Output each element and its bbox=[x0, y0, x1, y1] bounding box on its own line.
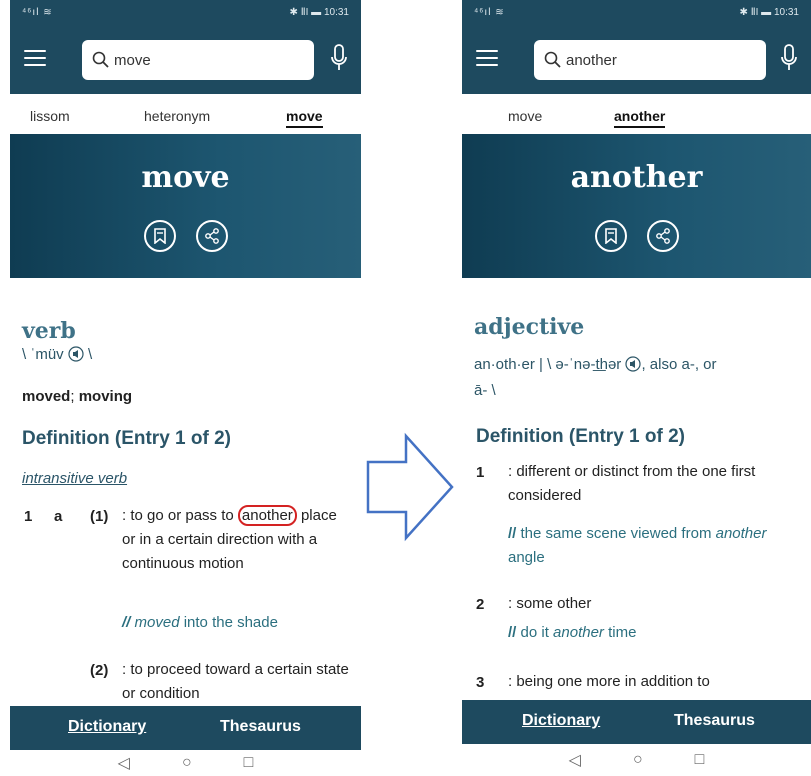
definition-heading: Definition (Entry 1 of 2) bbox=[476, 426, 685, 447]
signal-icon: ⁴⁶ıl ≋ bbox=[22, 7, 53, 18]
back-icon[interactable]: ◁ bbox=[569, 750, 581, 770]
word-header: another bbox=[462, 134, 811, 278]
pronunciation-end: \ bbox=[83, 346, 93, 363]
definition-heading: Definition (Entry 1 of 2) bbox=[22, 428, 231, 449]
pronunciation-text: an·oth·er | \ ə-ˈnə-t͟hər bbox=[474, 356, 626, 373]
thesaurus-tab[interactable]: Thesaurus bbox=[220, 718, 301, 736]
sense-number: 2 bbox=[476, 596, 485, 613]
tab-move[interactable]: move bbox=[508, 108, 542, 124]
inflected-forms: moved; moving bbox=[22, 388, 132, 405]
left-screen: ⁴⁶ıl ≋ ✱ ⅡΙ ▬ 10:31 move lissom heterony… bbox=[10, 0, 361, 776]
microphone-icon[interactable] bbox=[331, 44, 347, 72]
menu-icon[interactable] bbox=[476, 50, 498, 68]
sense-letter: a bbox=[54, 508, 63, 525]
sense1-definition: : to go or pass to another place or in a… bbox=[122, 504, 350, 576]
recent-apps-icon[interactable]: □ bbox=[244, 754, 254, 772]
example-word: another bbox=[715, 525, 767, 542]
tab-move[interactable]: move bbox=[286, 108, 323, 128]
headword: another bbox=[570, 160, 703, 195]
menu-icon[interactable] bbox=[24, 50, 46, 68]
search-icon bbox=[92, 51, 109, 68]
sense1-text-pre: : to go or pass to bbox=[122, 507, 238, 524]
status-bar: ⁴⁶ıl ≋ ✱ ⅡΙ ▬ 10:31 bbox=[462, 0, 811, 26]
form-moved: moved bbox=[22, 388, 71, 405]
pronunciation-line2: ā- \ bbox=[474, 382, 496, 399]
microphone-icon[interactable] bbox=[781, 44, 797, 72]
tab-another[interactable]: another bbox=[614, 108, 666, 128]
share-icon[interactable] bbox=[195, 220, 228, 252]
sense-number: 3 bbox=[476, 674, 485, 691]
pronunciation: an·oth·er | \ ə-ˈnə-t͟hər , also a-, or bbox=[474, 356, 717, 373]
sense-number: 1 bbox=[24, 508, 33, 525]
bottom-tabs: Dictionary Thesaurus bbox=[10, 706, 361, 750]
transition-arrow-icon bbox=[366, 432, 454, 542]
back-icon[interactable]: ◁ bbox=[118, 753, 130, 773]
pronunciation: \ ˈmüv \ bbox=[22, 346, 92, 363]
history-tabs: move another bbox=[462, 94, 811, 134]
audio-icon[interactable] bbox=[625, 356, 642, 372]
system-nav: ◁ ○ □ bbox=[462, 744, 811, 776]
status-right: ✱ ⅡΙ ▬ 10:31 bbox=[739, 7, 799, 18]
audio-icon[interactable] bbox=[68, 346, 84, 362]
tab-heteronym[interactable]: heteronym bbox=[144, 108, 210, 124]
home-icon[interactable]: ○ bbox=[182, 754, 192, 772]
search-value: another bbox=[566, 51, 617, 69]
subsense-number-2: (2) bbox=[90, 662, 109, 679]
highlighted-word: another bbox=[237, 505, 297, 526]
sense-example: // the same scene viewed from another an… bbox=[508, 525, 767, 566]
pronunciation-variants: , also a-, or bbox=[641, 356, 717, 373]
verb-type-link[interactable]: intransitive verb bbox=[22, 470, 127, 487]
form-moving: moving bbox=[78, 388, 133, 405]
example-word: another bbox=[553, 624, 604, 641]
example-post: time bbox=[603, 624, 637, 641]
home-icon[interactable]: ○ bbox=[633, 751, 643, 769]
top-bar: move bbox=[10, 26, 361, 94]
sense-definition: : being one more in addition to bbox=[508, 673, 710, 690]
pronunciation-text: \ ˈmüv bbox=[22, 346, 68, 363]
part-of-speech: adjective bbox=[474, 314, 585, 340]
forms-separator: ; bbox=[70, 388, 79, 405]
status-bar: ⁴⁶ıl ≋ ✱ ⅡΙ ▬ 10:31 bbox=[10, 0, 361, 26]
part-of-speech: verb bbox=[22, 318, 76, 344]
example-pre: the same scene viewed from bbox=[520, 525, 716, 542]
search-input[interactable]: another bbox=[534, 40, 766, 80]
bookmark-icon[interactable] bbox=[594, 220, 627, 252]
example-word: moved bbox=[134, 614, 180, 631]
sense2-definition: : to proceed toward a certain state or c… bbox=[122, 661, 349, 702]
example-rest: into the shade bbox=[179, 614, 278, 631]
word-header: move bbox=[10, 134, 361, 278]
bookmark-icon[interactable] bbox=[143, 220, 176, 252]
dictionary-tab[interactable]: Dictionary bbox=[522, 712, 600, 730]
bottom-tabs: Dictionary Thesaurus bbox=[462, 700, 811, 744]
thesaurus-tab[interactable]: Thesaurus bbox=[674, 712, 755, 730]
headword: move bbox=[141, 160, 230, 195]
subsense-number: (1) bbox=[90, 508, 109, 525]
sense1-example: // moved into the shade bbox=[122, 614, 278, 631]
sense-number: 1 bbox=[476, 464, 485, 481]
share-icon[interactable] bbox=[646, 220, 679, 252]
sense-example: // do it another time bbox=[508, 624, 637, 641]
dictionary-tab[interactable]: Dictionary bbox=[68, 718, 146, 736]
tab-lissom[interactable]: lissom bbox=[30, 108, 70, 124]
top-bar: another bbox=[462, 26, 811, 94]
example-slashes: // bbox=[122, 614, 131, 631]
signal-icon: ⁴⁶ıl ≋ bbox=[474, 7, 505, 18]
sense-definition: : some other bbox=[508, 595, 592, 612]
search-input[interactable]: move bbox=[82, 40, 314, 80]
example-pre: do it bbox=[520, 624, 554, 641]
sense-definition: : different or distinct from the one fir… bbox=[508, 463, 756, 504]
example-post: angle bbox=[508, 549, 545, 566]
recent-apps-icon[interactable]: □ bbox=[695, 751, 705, 769]
search-icon bbox=[544, 51, 561, 68]
status-right: ✱ ⅡΙ ▬ 10:31 bbox=[289, 7, 349, 18]
history-tabs: lissom heteronym move bbox=[10, 94, 361, 134]
right-screen: ⁴⁶ıl ≋ ✱ ⅡΙ ▬ 10:31 another move another… bbox=[462, 0, 811, 776]
system-nav: ◁ ○ □ bbox=[10, 750, 361, 776]
search-value: move bbox=[114, 51, 151, 69]
